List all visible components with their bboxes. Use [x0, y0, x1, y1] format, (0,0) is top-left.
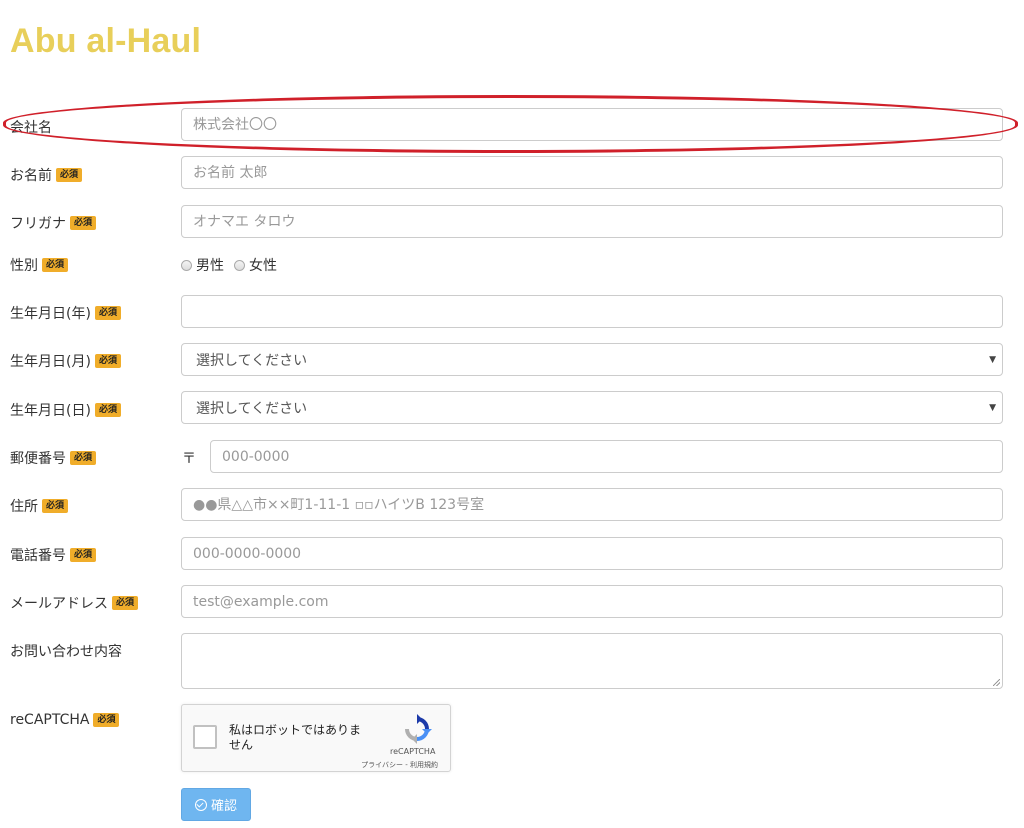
- postal-label-text: 郵便番号: [10, 451, 66, 467]
- recaptcha-checkbox-text: 私はロボットではありません: [229, 723, 362, 752]
- birth-year-label: 生年月日(年) 必須: [10, 303, 121, 323]
- phone-label: 電話番号 必須: [10, 545, 97, 565]
- required-badge: 必須: [70, 451, 97, 465]
- birth-month-select[interactable]: 選択してください ▼: [181, 343, 1003, 376]
- email-label-text: メールアドレス: [10, 596, 108, 612]
- phone-input[interactable]: [181, 537, 1003, 570]
- birth-month-label: 生年月日(月) 必須: [10, 351, 121, 371]
- company-label: 会社名: [10, 117, 52, 137]
- birth-year-label-text: 生年月日(年): [10, 306, 91, 322]
- birth-day-label: 生年月日(日) 必須: [10, 400, 121, 420]
- recaptcha-label-text: reCAPTCHA: [10, 712, 90, 728]
- address-label-text: 住所: [10, 499, 38, 515]
- furigana-label-text: フリガナ: [10, 216, 66, 232]
- recaptcha-widget: 私はロボットではありません reCAPTCHA プライバシー - 利用規約: [181, 704, 451, 772]
- email-label: メールアドレス 必須: [10, 593, 139, 613]
- recaptcha-logo-icon: [405, 714, 432, 744]
- birth-month-label-text: 生年月日(月): [10, 354, 91, 370]
- required-badge: 必須: [70, 548, 97, 562]
- recaptcha-label: reCAPTCHA 必須: [10, 712, 120, 728]
- gender-radio-group: 男性 女性: [181, 255, 277, 275]
- required-badge: 必須: [112, 596, 139, 610]
- birth-year-input[interactable]: [181, 295, 1003, 328]
- resize-grip-icon[interactable]: [993, 679, 1000, 686]
- dropdown-caret-icon: ▼: [989, 355, 996, 365]
- birth-day-label-text: 生年月日(日): [10, 403, 91, 419]
- gender-label: 性別 必須: [10, 255, 69, 275]
- site-title: Abu al-Haul: [10, 22, 202, 60]
- furigana-input[interactable]: [181, 205, 1003, 238]
- recaptcha-brand: reCAPTCHA: [390, 747, 436, 756]
- postal-mark: 〒: [182, 451, 196, 467]
- required-badge: 必須: [94, 306, 121, 320]
- name-label-text: お名前: [10, 168, 52, 184]
- birth-month-selected: 選択してください: [196, 352, 308, 369]
- required-badge: 必須: [70, 216, 97, 230]
- inquiry-textarea[interactable]: [181, 633, 1003, 689]
- phone-label-text: 電話番号: [10, 548, 66, 564]
- company-label-text: 会社名: [10, 120, 52, 136]
- email-input[interactable]: [181, 585, 1003, 618]
- inquiry-label-text: お問い合わせ内容: [10, 644, 122, 660]
- radio-male[interactable]: [181, 259, 192, 271]
- confirm-button[interactable]: 確認: [181, 788, 251, 821]
- postal-input[interactable]: [210, 440, 1003, 473]
- dropdown-caret-icon: ▼: [989, 403, 996, 413]
- gender-option-male-label: 男性: [196, 258, 224, 274]
- furigana-label: フリガナ 必須: [10, 213, 97, 233]
- radio-female[interactable]: [234, 259, 245, 271]
- required-badge: 必須: [94, 403, 121, 417]
- inquiry-label: お問い合わせ内容: [10, 641, 122, 661]
- gender-option-female-label: 女性: [249, 258, 277, 274]
- required-badge: 必須: [94, 354, 121, 368]
- confirm-button-label: 確認: [210, 799, 237, 814]
- company-input[interactable]: [181, 108, 1003, 141]
- check-circle-icon: [194, 798, 207, 811]
- required-badge: 必須: [93, 713, 120, 727]
- required-badge: 必須: [42, 499, 69, 513]
- address-input[interactable]: [181, 488, 1003, 521]
- gender-option-male[interactable]: 男性: [181, 255, 224, 275]
- required-badge: 必須: [56, 168, 83, 182]
- gender-option-female[interactable]: 女性: [234, 255, 277, 275]
- required-badge: 必須: [42, 258, 69, 272]
- address-label: 住所 必須: [10, 496, 69, 516]
- postal-label: 郵便番号 必須: [10, 448, 97, 468]
- gender-label-text: 性別: [10, 258, 38, 274]
- name-label: お名前 必須: [10, 165, 83, 185]
- recaptcha-checkbox[interactable]: [193, 725, 217, 749]
- birth-day-select[interactable]: 選択してください ▼: [181, 391, 1003, 424]
- recaptcha-links[interactable]: プライバシー - 利用規約: [361, 760, 438, 770]
- name-input[interactable]: [181, 156, 1003, 189]
- birth-day-selected: 選択してください: [196, 400, 308, 417]
